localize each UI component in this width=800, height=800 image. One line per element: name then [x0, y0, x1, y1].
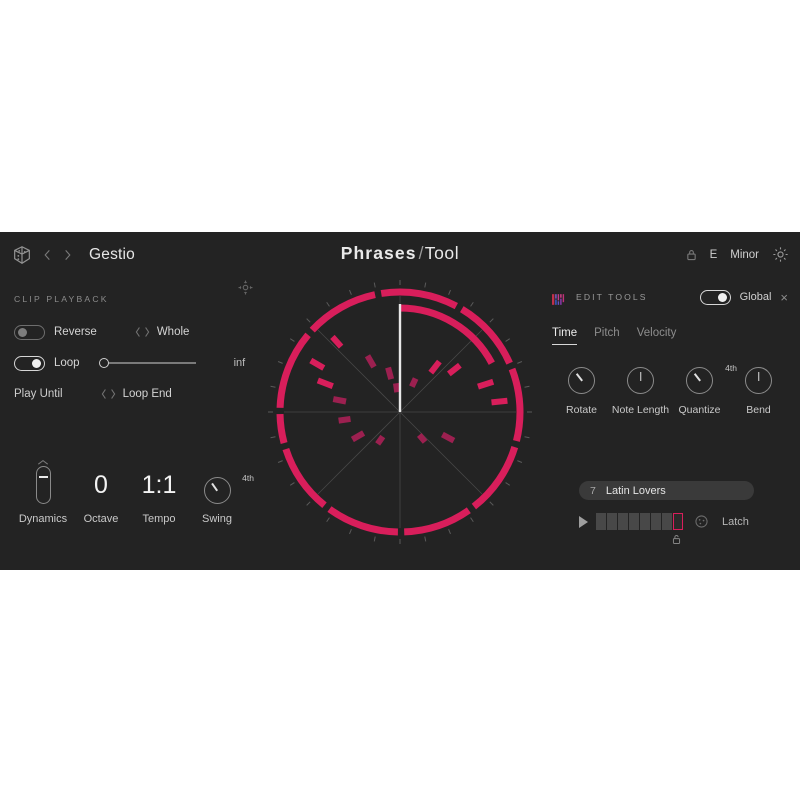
reverse-toggle[interactable] — [14, 324, 45, 340]
gear-icon[interactable] — [772, 246, 789, 263]
pattern-slot[interactable] — [662, 513, 672, 530]
preset-name[interactable]: Gestio — [89, 246, 135, 264]
param-swing[interactable]: 4th Swing — [188, 473, 254, 525]
pattern-slot[interactable] — [596, 513, 606, 530]
play-until-label: Play Until — [14, 388, 63, 400]
knob-label: Quantize — [678, 404, 721, 416]
swing-sup-label: 4th — [242, 473, 254, 483]
knob-bend[interactable]: Bend — [729, 367, 788, 416]
header-left-group: Gestio — [0, 244, 135, 266]
play-until-row: Play Until Loop End — [14, 382, 269, 406]
pattern-transport-row: Latch — [579, 513, 789, 544]
param-dynamics[interactable]: Dynamics — [14, 459, 72, 525]
param-label: Tempo — [142, 513, 176, 525]
edit-tools-panel: EDIT TOOLS Global × Time Pitch Velocity … — [552, 287, 788, 416]
pattern-index: 7 — [590, 484, 596, 497]
swing-knob[interactable] — [203, 477, 231, 504]
bend-knob[interactable] — [745, 367, 772, 394]
stepper-arrows-icon — [135, 326, 150, 338]
edit-tools-header-right: Global × — [699, 289, 788, 305]
loop-end-value: Loop End — [122, 388, 172, 400]
loop-count-slider-handle[interactable] — [98, 357, 109, 368]
edit-tools-header: EDIT TOOLS Global × — [552, 287, 788, 307]
title-bold: Phrases — [340, 243, 417, 263]
tab-velocity[interactable]: Velocity — [637, 327, 677, 345]
note-length-knob[interactable] — [627, 367, 654, 394]
whole-value: Whole — [156, 326, 190, 338]
tab-pitch[interactable]: Pitch — [594, 327, 620, 345]
loop-count-slider-wrap: inf — [98, 357, 246, 369]
phrases-tool-window: Gestio Phrases/Tool E Minor CLIP PLAYBAC… — [0, 232, 800, 570]
quantize-knob[interactable] — [686, 367, 713, 394]
loop-row: Loop inf — [14, 351, 269, 375]
lock-icon[interactable] — [686, 248, 697, 262]
key-scale[interactable]: Minor — [730, 249, 759, 261]
loop-label: Loop — [54, 357, 80, 369]
title-light: Tool — [424, 243, 460, 263]
whole-stepper[interactable]: Whole — [135, 326, 190, 338]
loop-end-stepper[interactable]: Loop End — [101, 388, 172, 400]
edit-tools-bars-icon — [552, 292, 568, 305]
rotate-knob[interactable] — [568, 367, 595, 394]
param-label: Dynamics — [18, 513, 68, 525]
clip-playback-panel: CLIP PLAYBACK Reverse Whole Loop inf Pla… — [14, 294, 269, 413]
knob-label: Rotate — [566, 404, 597, 416]
edit-tools-title: EDIT TOOLS — [576, 292, 648, 302]
reverse-label: Reverse — [54, 326, 97, 338]
knob-rotate[interactable]: Rotate — [552, 367, 611, 416]
pattern-area: 7 Latin Lovers Latch — [579, 481, 789, 544]
dice-randomize-icon[interactable] — [695, 515, 708, 528]
knob-label: Bend — [746, 404, 771, 416]
lock-open-icon[interactable] — [672, 532, 681, 550]
param-label: Swing — [202, 513, 232, 525]
reverse-row: Reverse Whole — [14, 320, 269, 344]
knob-label: Note Length — [611, 404, 670, 416]
edit-tools-tabs: Time Pitch Velocity — [552, 327, 788, 345]
pattern-name: Latin Lovers — [605, 484, 666, 497]
clip-playback-label: CLIP PLAYBACK — [14, 294, 109, 304]
pattern-selector[interactable]: 7 Latin Lovers — [579, 481, 754, 500]
pattern-slot[interactable] — [640, 513, 650, 530]
param-tempo[interactable]: 1:1 Tempo — [130, 466, 188, 525]
global-label: Global — [739, 291, 772, 303]
knob-quantize[interactable]: 4th Quantize — [670, 363, 737, 416]
global-toggle[interactable] — [699, 289, 731, 305]
dynamics-slider[interactable] — [35, 466, 51, 504]
pattern-slot[interactable] — [618, 513, 628, 530]
param-label: Octave — [83, 513, 119, 525]
crosshair-move-icon[interactable] — [238, 280, 253, 295]
pattern-slot[interactable] — [607, 513, 617, 530]
octave-value: 0 — [94, 471, 108, 499]
param-octave[interactable]: 0 Octave — [72, 466, 130, 525]
play-icon[interactable] — [579, 515, 588, 528]
loop-count-slider[interactable] — [98, 357, 196, 368]
pattern-slots — [596, 513, 683, 530]
pattern-slot[interactable] — [651, 513, 661, 530]
tempo-value: 1:1 — [141, 471, 177, 499]
app-header: Gestio Phrases/Tool E Minor — [0, 232, 800, 277]
stepper-arrows-icon — [101, 388, 116, 400]
performance-params: Dynamics 0 Octave 1:1 Tempo 4th Swing — [14, 459, 254, 525]
knob-note-length[interactable]: Note Length — [611, 367, 670, 416]
latch-label[interactable]: Latch — [722, 516, 749, 528]
tab-time[interactable]: Time — [552, 327, 578, 345]
loop-toggle[interactable] — [14, 355, 45, 371]
edit-tools-knobs: Rotate Note Length 4th Quantize Bend — [552, 363, 788, 416]
phrase-circle-visualizer[interactable] — [267, 277, 533, 547]
header-right-group: E Minor — [686, 232, 789, 277]
prev-preset-icon[interactable] — [42, 248, 53, 262]
next-preset-icon[interactable] — [62, 248, 73, 262]
close-icon[interactable]: × — [780, 291, 788, 304]
title-slash: / — [418, 243, 424, 263]
key-root[interactable]: E — [710, 249, 718, 261]
pattern-slot[interactable] — [673, 513, 683, 530]
dice-icon[interactable] — [11, 244, 33, 266]
loop-count-value: inf — [233, 357, 246, 369]
pattern-slot[interactable] — [629, 513, 639, 530]
